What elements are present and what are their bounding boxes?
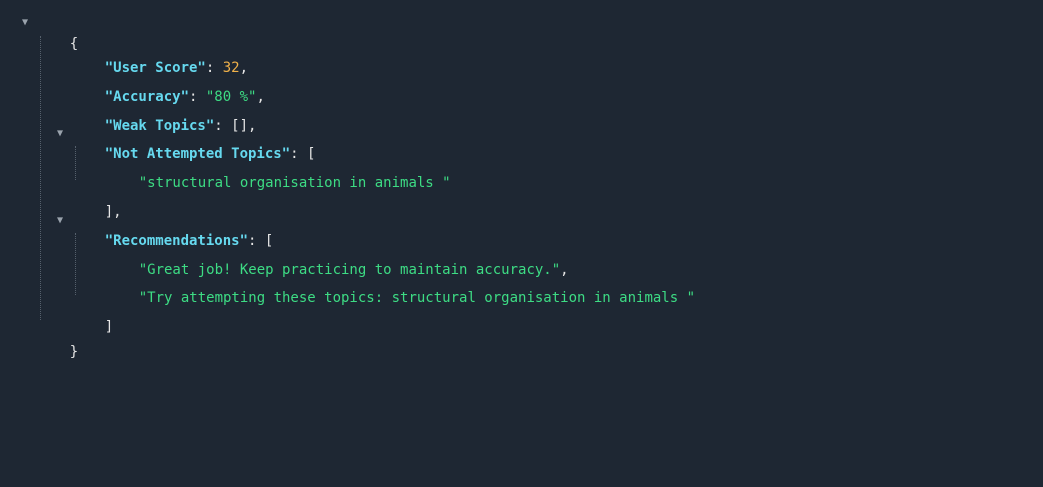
not-attempted-close: ], — [104, 204, 122, 220]
recommendations-row: "Recommendations": [ — [104, 233, 274, 249]
recommendations-close: ] — [104, 319, 114, 335]
not-attempted-item: "structural organisation in animals " — [138, 175, 451, 191]
collapse-recommendations-icon[interactable]: ▼ — [57, 216, 67, 226]
not-attempted-indent-guide — [75, 146, 76, 180]
root-indent-guide — [40, 36, 41, 320]
json-viewer: ▼ { "User Score": 32, "Accuracy": "80 %"… — [0, 0, 1043, 487]
user-score-row: "User Score": 32, — [104, 60, 249, 76]
recommendation-item: "Great job! Keep practicing to maintain … — [138, 262, 569, 278]
recommendations-indent-guide — [75, 233, 76, 295]
collapse-root-icon[interactable]: ▼ — [22, 18, 32, 28]
not-attempted-row: "Not Attempted Topics": [ — [104, 146, 316, 162]
collapse-not-attempted-icon[interactable]: ▼ — [57, 129, 67, 139]
accuracy-row: "Accuracy": "80 %", — [104, 89, 265, 105]
recommendation-item: "Try attempting these topics: structural… — [138, 290, 696, 306]
root-close-brace: } — [69, 344, 79, 360]
root-open-brace: { — [69, 36, 79, 52]
weak-topics-row: "Weak Topics": [], — [104, 118, 257, 134]
